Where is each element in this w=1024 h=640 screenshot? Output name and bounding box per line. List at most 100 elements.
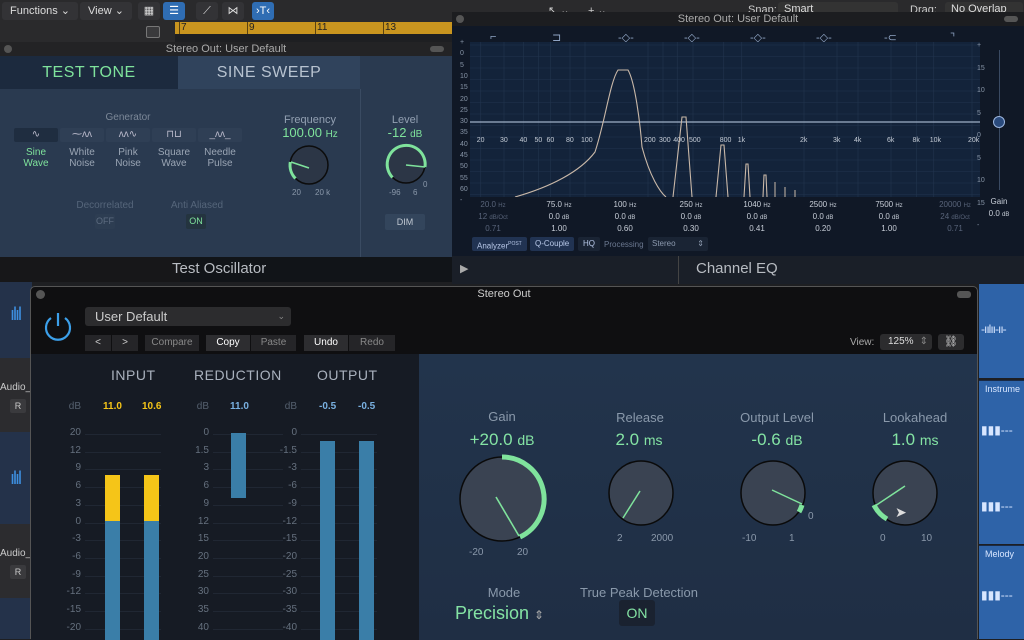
band-frequency-value[interactable]: 2500 Hz: [796, 200, 850, 209]
tab-test-tone[interactable]: TEST TONE: [0, 56, 178, 89]
band-gain-value[interactable]: 0.0 dB: [598, 212, 652, 221]
catch-playhead-icon[interactable]: ›T‹: [252, 2, 274, 20]
frequency-knob[interactable]: [286, 142, 332, 188]
grid-view-icon[interactable]: ▦: [138, 2, 160, 20]
waveform-icon: ▮▮▮‑‑‑: [981, 588, 1013, 602]
undo-button[interactable]: Undo: [304, 335, 348, 351]
window-title-bar[interactable]: Stereo Out: User Default: [452, 12, 1024, 26]
reduction-meter-label: REDUCTION: [194, 367, 282, 383]
anti-aliased-toggle[interactable]: ON: [186, 214, 206, 229]
close-button[interactable]: [36, 290, 45, 299]
band-frequency-value[interactable]: 7500 Hz: [862, 200, 916, 209]
region[interactable]: Instrume ▮▮▮‑‑‑ ▮▮▮‑‑‑: [979, 380, 1024, 544]
band-gain-value[interactable]: 0.0 dB: [796, 212, 850, 221]
output-level-knob[interactable]: [738, 458, 808, 528]
generator-white-noise-button[interactable]: ⁓ʌʌ: [60, 128, 104, 142]
freq-axis-label: 40: [519, 137, 528, 144]
mode-select[interactable]: Precision ⇕: [455, 603, 544, 624]
band-gain-value[interactable]: 0.0 dB: [862, 212, 916, 221]
window-title-bar[interactable]: Stereo Out: [31, 287, 977, 301]
gain-slider-handle[interactable]: [993, 116, 1005, 128]
close-button[interactable]: [456, 15, 464, 23]
db-scale-label: +: [460, 39, 465, 46]
band-frequency-value[interactable]: 250 Hz: [664, 200, 718, 209]
band-gain-value[interactable]: 0.0 dB: [730, 212, 784, 221]
track-header[interactable]: Audio_ R: [0, 524, 32, 598]
band-gain-value[interactable]: 12 dB/Oct: [466, 212, 520, 221]
lookahead-label: Lookahead: [882, 410, 948, 425]
gain-label: Gain: [488, 409, 516, 424]
band-frequency-value[interactable]: 20000 Hz: [928, 200, 982, 209]
next-preset-button[interactable]: >: [112, 335, 138, 351]
functions-menu[interactable]: Functions ⌄: [2, 2, 78, 20]
dim-button[interactable]: DIM: [385, 214, 425, 230]
generator-square-button[interactable]: ⊓⊔: [152, 128, 196, 142]
band-gain-value[interactable]: 0.0 dB: [532, 212, 586, 221]
processing-select[interactable]: Stereo ⇕: [648, 237, 708, 251]
window-collapse-button[interactable]: [1004, 16, 1018, 22]
band-q-value[interactable]: 0.60: [598, 224, 652, 233]
compare-button[interactable]: Compare: [145, 335, 199, 351]
gain-knob[interactable]: [455, 452, 549, 546]
band-q-value[interactable]: 0.20: [796, 224, 850, 233]
band-frequency-value[interactable]: 75.0 Hz: [532, 200, 586, 209]
track-header-menu-icon[interactable]: [146, 26, 160, 38]
band-q-value[interactable]: 0.30: [664, 224, 718, 233]
decorrelated-toggle[interactable]: OFF: [95, 214, 115, 229]
power-icon[interactable]: [42, 310, 74, 342]
region[interactable]: Melody ▮▮▮‑‑‑: [979, 545, 1024, 639]
band-frequency-value[interactable]: 20.0 Hz: [466, 200, 520, 209]
window-title-bar[interactable]: Stereo Out: User Default: [0, 42, 452, 56]
reduction-value: 11.0: [230, 401, 249, 412]
close-button[interactable]: [4, 45, 12, 53]
view-zoom-select[interactable]: 125% ⇕: [880, 334, 932, 350]
freq-axis-label: 30: [500, 137, 508, 144]
output-scale-label: -15: [282, 533, 297, 545]
generator-sine-button[interactable]: ∿: [14, 128, 58, 142]
preset-select[interactable]: User Default ⌄: [85, 307, 291, 326]
band-q-value[interactable]: 0.41: [730, 224, 784, 233]
record-enable-button[interactable]: R: [10, 565, 26, 579]
tab-sine-sweep[interactable]: SINE SWEEP: [178, 56, 360, 89]
hq-button[interactable]: HQ: [578, 237, 600, 251]
play-icon[interactable]: ▶: [460, 262, 468, 275]
track-region[interactable]: ılıl: [0, 432, 32, 524]
link-icon[interactable]: ⛓: [938, 334, 964, 350]
window-collapse-button[interactable]: [430, 46, 444, 52]
redo-button[interactable]: Redo: [349, 335, 395, 351]
db-scale-label: 60: [460, 185, 468, 193]
band-gain-value[interactable]: 24 dB/Oct: [928, 212, 982, 221]
region[interactable]: ‑ıılıı‑ıı‑: [979, 282, 1024, 378]
view-menu[interactable]: View ⌄: [80, 2, 132, 20]
paste-button[interactable]: Paste: [251, 335, 296, 351]
list-view-icon[interactable]: ☰: [163, 2, 185, 20]
track-region[interactable]: ılıl: [0, 282, 32, 358]
copy-button[interactable]: Copy: [206, 335, 250, 351]
previous-preset-button[interactable]: <: [85, 335, 111, 351]
band-q-value[interactable]: 1.00: [862, 224, 916, 233]
true-peak-toggle[interactable]: ON: [619, 600, 655, 626]
release-knob[interactable]: [606, 458, 676, 528]
track-region[interactable]: [0, 598, 32, 639]
automation-curve-icon[interactable]: ⟋: [196, 2, 218, 20]
band-q-value[interactable]: 0.71: [466, 224, 520, 233]
band-frequency-value[interactable]: 1040 Hz: [730, 200, 784, 209]
tab-spacer: [360, 56, 452, 89]
band-q-value[interactable]: 0.71: [928, 224, 982, 233]
window-collapse-button[interactable]: [957, 291, 971, 298]
gain-scale-label: 5: [977, 154, 981, 162]
flex-icon[interactable]: ⋈: [222, 2, 244, 20]
record-enable-button[interactable]: R: [10, 399, 26, 413]
q-couple-button[interactable]: Q-Couple: [530, 237, 575, 251]
analyzer-button[interactable]: AnalyzerPOST: [472, 237, 527, 251]
gain-value[interactable]: 0.0 dB: [977, 209, 1021, 218]
timeline-ruler[interactable]: 7 9 11 13: [175, 22, 460, 34]
generator-needle-button[interactable]: _ʌʌ_: [198, 128, 242, 142]
band-q-value[interactable]: 1.00: [532, 224, 586, 233]
eq-graph[interactable]: [470, 42, 980, 197]
input-right-bar: [144, 521, 159, 640]
generator-pink-noise-button[interactable]: ʌʌ∿: [106, 128, 150, 142]
track-header[interactable]: Audio_ R: [0, 358, 32, 432]
band-gain-value[interactable]: 0.0 dB: [664, 212, 718, 221]
band-frequency-value[interactable]: 100 Hz: [598, 200, 652, 209]
